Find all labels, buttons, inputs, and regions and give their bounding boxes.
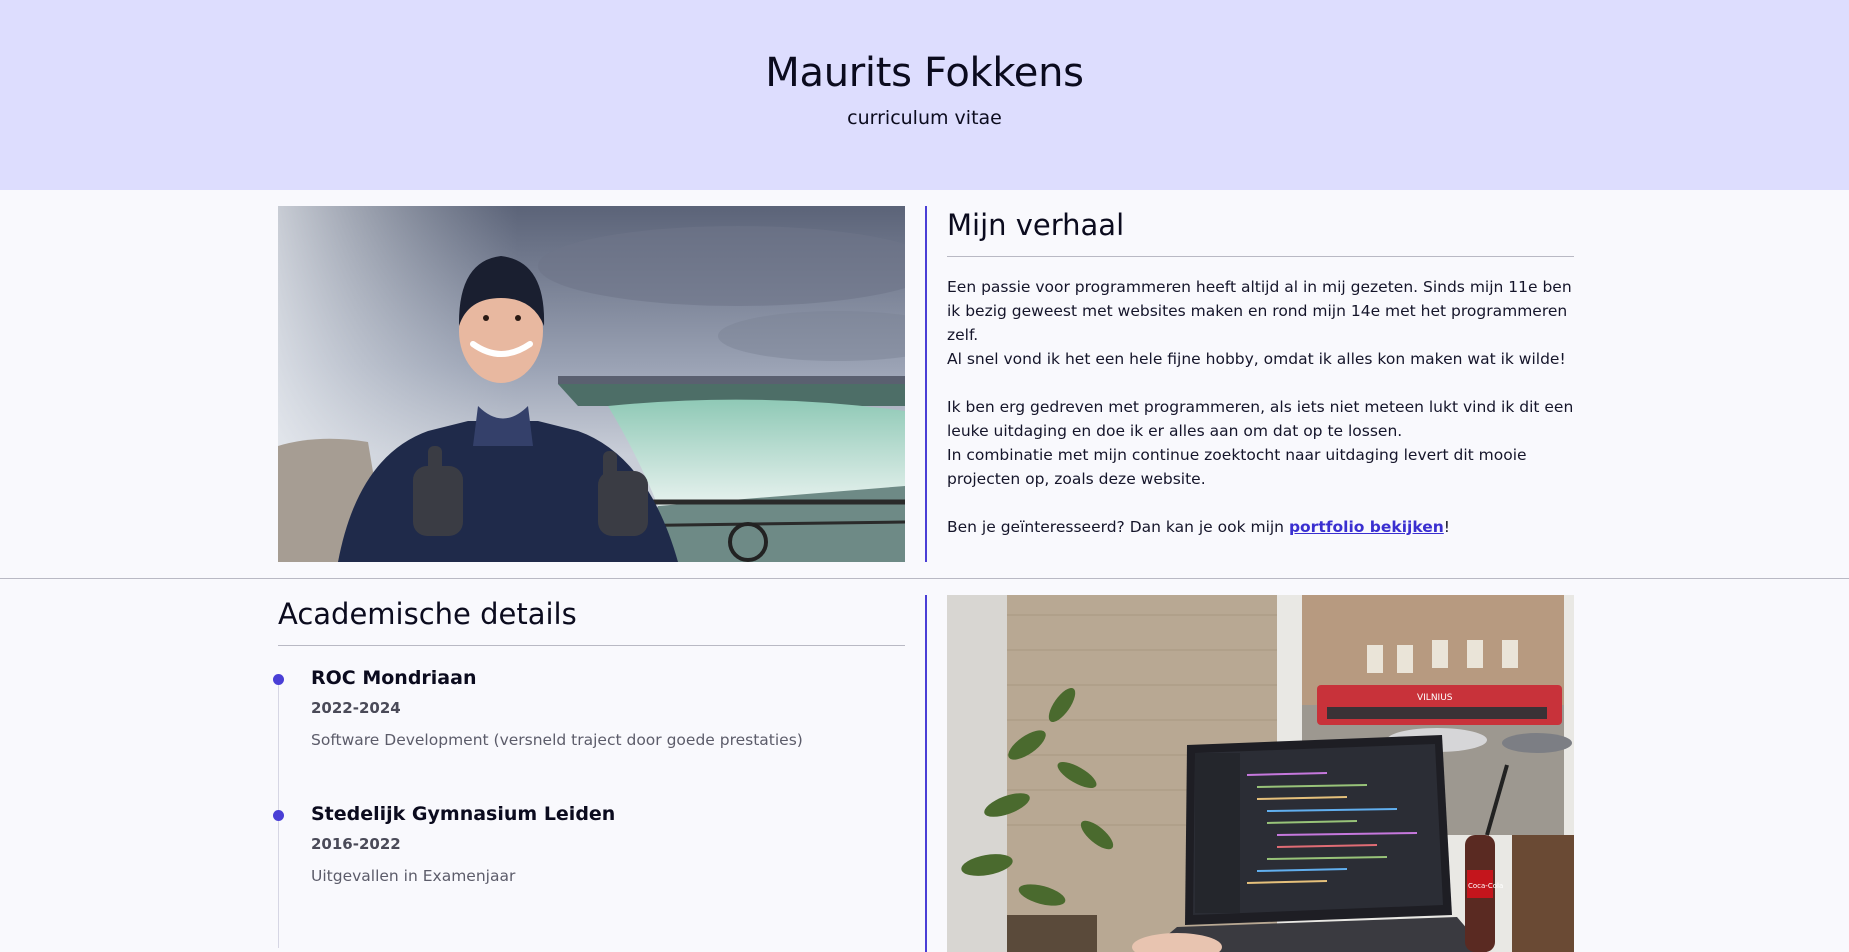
- school-years: 2016-2022: [311, 835, 401, 853]
- story-text: Al snel vond ik het een hele fijne hobby…: [947, 350, 1566, 368]
- story-text: Een passie voor programmeren heeft altij…: [947, 278, 1572, 344]
- page-title: Maurits Fokkens: [765, 50, 1084, 96]
- bottle-label-text: Coca-Cola: [1468, 882, 1503, 890]
- school-name: ROC Mondriaan: [311, 667, 477, 689]
- story-section: Mijn verhaal Een passie voor programmere…: [947, 206, 1574, 563]
- laptop-photo: VILNIUS Coca-Cola: [947, 595, 1574, 952]
- story-body: Een passie voor programmeren heeft altij…: [947, 275, 1574, 539]
- portfolio-link[interactable]: portfolio bekijken: [1289, 518, 1444, 536]
- story-text: !: [1443, 518, 1450, 536]
- story-heading: Mijn verhaal: [947, 206, 1574, 257]
- section-divider-accent: [925, 595, 927, 952]
- site-header: Maurits Fokkens curriculum vitae: [0, 0, 1849, 190]
- school-name: Stedelijk Gymnasium Leiden: [311, 803, 616, 825]
- section-divider-accent: [925, 206, 927, 562]
- story-paragraph: Een passie voor programmeren heeft altij…: [947, 275, 1574, 371]
- timeline-item: ROC Mondriaan 2022-2024 Software Develop…: [273, 664, 905, 800]
- academic-section: Academische details ROC Mondriaan 2022-2…: [273, 595, 905, 948]
- school-description: Uitgevallen in Examenjaar: [311, 867, 516, 885]
- horizontal-divider: [0, 578, 1849, 579]
- academic-heading: Academische details: [278, 595, 905, 646]
- story-paragraph: Ik ben erg gedreven met programmeren, al…: [947, 395, 1574, 491]
- school-years: 2022-2024: [311, 699, 401, 717]
- bus-sign-text: VILNIUS: [1417, 693, 1453, 703]
- profile-photo: [278, 206, 905, 562]
- timeline: ROC Mondriaan 2022-2024 Software Develop…: [273, 664, 905, 948]
- timeline-dot-icon: [273, 674, 284, 685]
- timeline-item: Stedelijk Gymnasium Leiden 2016-2022 Uit…: [273, 800, 905, 936]
- story-paragraph: Ben je geïnteresseerd? Dan kan je ook mi…: [947, 515, 1574, 539]
- page-subtitle: curriculum vitae: [847, 107, 1002, 129]
- school-description: Software Development (versneld traject d…: [311, 731, 803, 749]
- story-text: Ben je geïnteresseerd? Dan kan je ook mi…: [947, 518, 1289, 536]
- story-text: In combinatie met mijn continue zoektoch…: [947, 446, 1527, 488]
- timeline-dot-icon: [273, 810, 284, 821]
- story-text: Ik ben erg gedreven met programmeren, al…: [947, 398, 1574, 440]
